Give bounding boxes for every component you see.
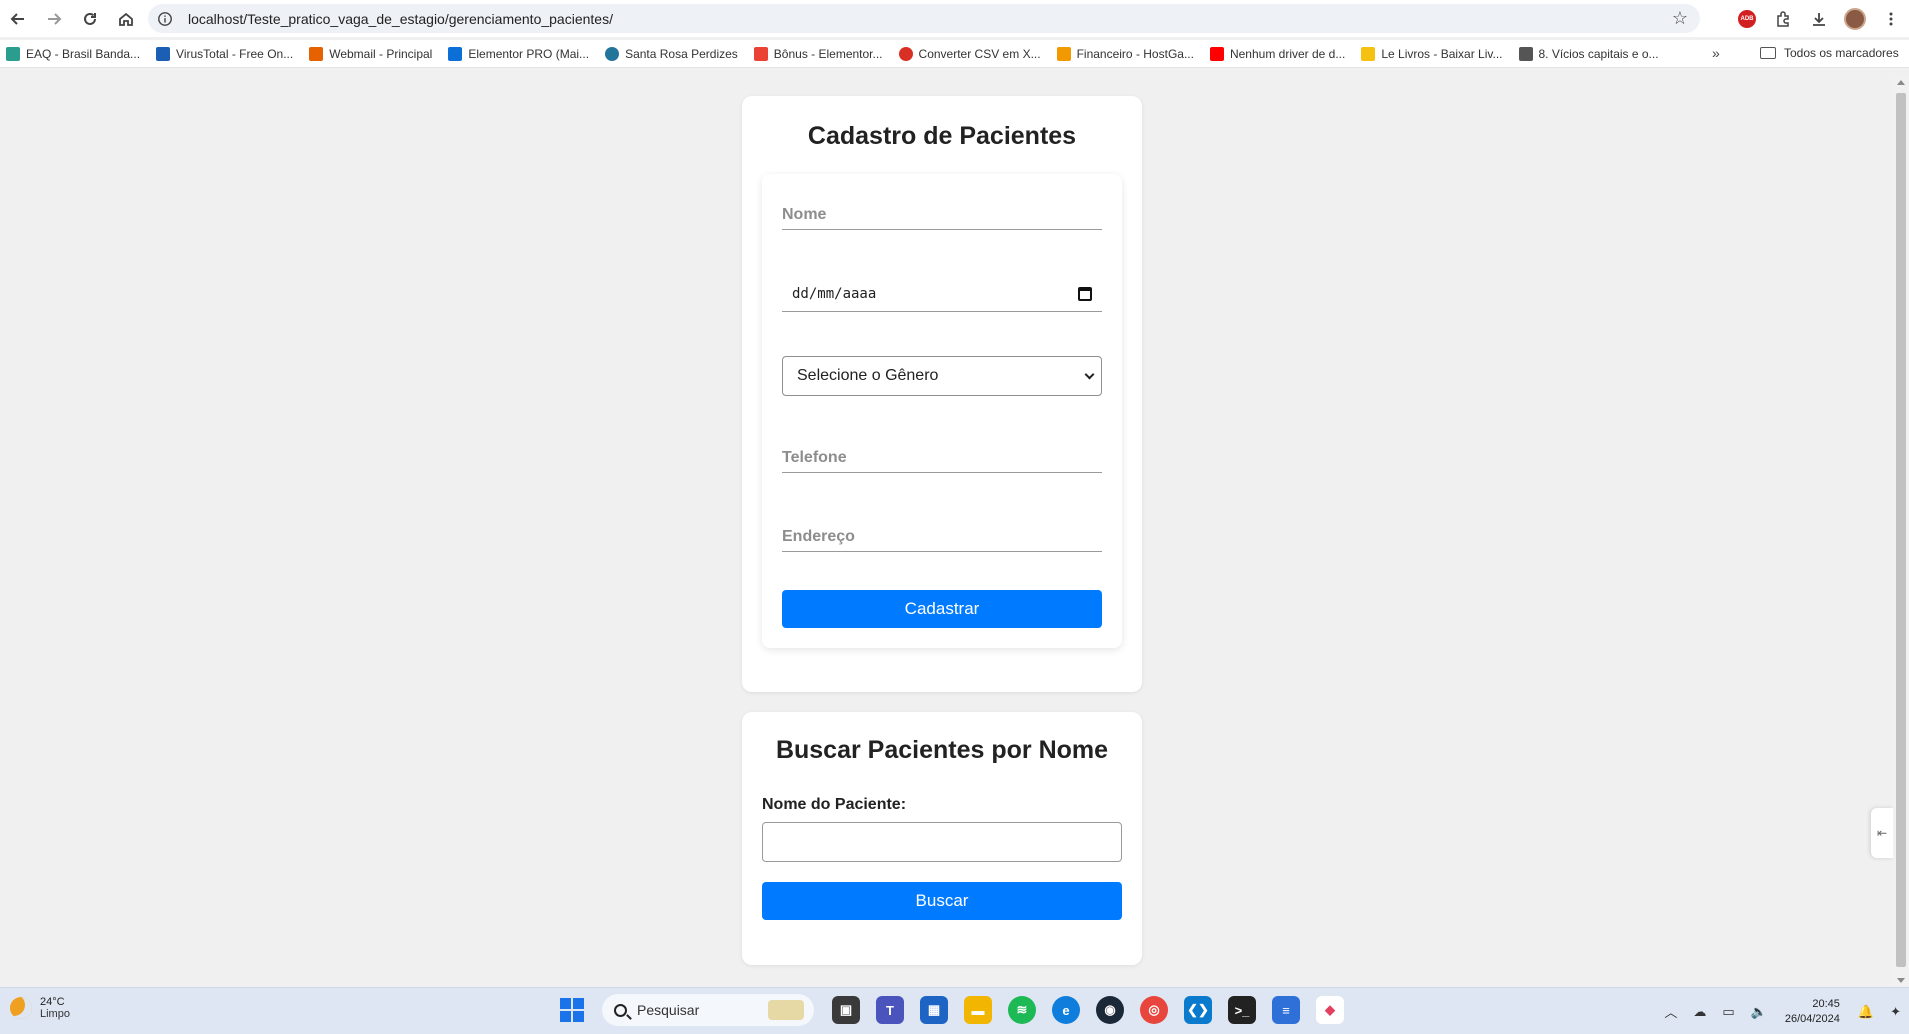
patient-name-label: Nome do Paciente:	[762, 796, 907, 813]
folder-icon	[1760, 47, 1776, 59]
search-icon	[614, 1003, 627, 1017]
bookmark-favicon-icon	[1209, 46, 1224, 61]
side-panel-tab[interactable]: ⇤	[1871, 808, 1893, 858]
bookmark-favicon-icon	[1056, 46, 1071, 61]
bookmark-item[interactable]: Nenhum driver de d...	[1209, 46, 1345, 61]
bookmark-item[interactable]: Santa Rosa Perdizes	[605, 46, 738, 61]
birthdate-field[interactable]: dd/mm/aaaa	[782, 276, 1102, 312]
extensions-icon[interactable]	[1765, 1, 1801, 37]
task-view-icon[interactable]: ▣	[832, 996, 860, 1024]
back-icon[interactable]	[0, 1, 36, 37]
browser-toolbar: localhost/Teste_pratico_vaga_de_estagio/…	[0, 0, 1909, 37]
bookmark-item[interactable]: Financeiro - HostGa...	[1056, 46, 1194, 61]
more-bookmarks-icon[interactable]: »	[1712, 45, 1720, 61]
windows-taskbar: 24°C Limpo Pesquisar ▣ T ▦ ▬ ≋ e ◉ ◎ ❮❯ …	[0, 987, 1909, 1034]
phone-field[interactable]: Telefone	[782, 449, 1102, 473]
taskbar-search-placeholder: Pesquisar	[637, 1002, 700, 1018]
taskbar-apps: Pesquisar ▣ T ▦ ▬ ≋ e ◉ ◎ ❮❯ >_ ≡ ◆	[560, 994, 1352, 1026]
chrome-icon[interactable]: ◎	[1140, 996, 1168, 1024]
date-placeholder: dd/mm/aaaa	[792, 285, 877, 302]
clock-date: 26/04/2024	[1784, 1012, 1840, 1025]
site-info-icon[interactable]	[156, 10, 174, 28]
bookmark-favicon-icon	[156, 46, 171, 61]
system-tray: ︿ ☁ ▭ 🔈 20:45 26/04/2024 🔔 ✦	[1656, 988, 1909, 1034]
spotify-icon[interactable]: ≋	[1008, 996, 1036, 1024]
taskbar-search[interactable]: Pesquisar	[602, 994, 814, 1026]
windows-start-icon[interactable]	[560, 998, 584, 1022]
system-clock[interactable]: 20:45 26/04/2024	[1785, 997, 1840, 1027]
bookmark-favicon-icon	[6, 46, 20, 61]
bookmark-item[interactable]: Converter CSV em X...	[898, 46, 1041, 61]
bookmark-favicon-icon	[309, 46, 324, 61]
scroll-up-arrow-icon[interactable]	[1897, 80, 1905, 85]
clock-time: 20:45	[1812, 997, 1840, 1010]
url-text[interactable]: localhost/Teste_pratico_vaga_de_estagio/…	[188, 11, 613, 27]
monitor-icon[interactable]: ▭	[1722, 1004, 1734, 1020]
terminal-icon[interactable]: >_	[1228, 996, 1256, 1024]
bookmark-item[interactable]: 8. Vícios capitais e o...	[1518, 46, 1659, 61]
search-patient-card: Buscar Pacientes por Nome Nome do Pacien…	[742, 712, 1142, 965]
address-field[interactable]: Endereço	[782, 528, 1102, 552]
teams-icon[interactable]: T	[876, 996, 904, 1024]
file-explorer-icon[interactable]: ▬	[964, 996, 992, 1024]
bookmark-favicon-icon	[1361, 46, 1376, 61]
chevron-up-icon[interactable]: ︿	[1664, 1002, 1677, 1021]
bookmark-favicon-icon	[753, 46, 768, 61]
moon-icon	[10, 997, 32, 1019]
download-icon[interactable]	[1801, 1, 1837, 37]
gender-select[interactable]: Selecione o Gênero	[782, 356, 1102, 396]
bookmark-item[interactable]: Bônus - Elementor...	[753, 46, 883, 61]
cloud-offline-icon[interactable]: ☁	[1693, 1004, 1706, 1020]
bookmark-favicon-icon	[1518, 46, 1533, 61]
copilot-icon[interactable]: ✦	[1890, 1004, 1901, 1020]
bookmark-item[interactable]: EAQ - Brasil Banda...	[6, 46, 140, 61]
address-bar[interactable]: localhost/Teste_pratico_vaga_de_estagio/…	[148, 4, 1700, 33]
register-form: Nome dd/mm/aaaa Selecione o Gênero Telef…	[762, 174, 1122, 648]
register-title: Cadastro de Pacientes	[807, 122, 1077, 150]
scrollbar-thumb[interactable]	[1896, 93, 1906, 967]
bookmark-favicon-icon	[898, 46, 913, 61]
register-button[interactable]: Cadastrar	[782, 590, 1102, 628]
bookmark-item[interactable]: VirusTotal - Free On...	[156, 46, 293, 61]
search-highlight-image	[768, 1000, 804, 1020]
calendar-icon[interactable]	[1078, 286, 1092, 301]
search-title: Buscar Pacientes por Nome	[775, 736, 1109, 764]
home-icon[interactable]	[108, 1, 144, 37]
gender-select-value: Selecione o Gênero	[797, 367, 939, 384]
patient-name-input[interactable]	[762, 822, 1122, 862]
forward-icon[interactable]	[36, 1, 72, 37]
bookmark-favicon-icon	[605, 46, 620, 61]
search-button[interactable]: Buscar	[762, 882, 1122, 920]
volume-icon[interactable]: 🔈	[1751, 1004, 1767, 1020]
bookmark-item[interactable]: Webmail - Principal	[309, 46, 432, 61]
chevron-down-icon	[1084, 369, 1095, 379]
bookmark-item[interactable]: Le Livros - Baixar Liv...	[1361, 46, 1503, 61]
bookmark-item[interactable]: Elementor PRO (Mai...	[448, 46, 589, 61]
bookmarks-bar: EAQ - Brasil Banda... VirusTotal - Free …	[0, 40, 1909, 68]
steam-icon[interactable]: ◉	[1096, 996, 1124, 1024]
vscode-icon[interactable]: ❮❯	[1184, 996, 1212, 1024]
page-scrollbar[interactable]	[1893, 76, 1909, 987]
all-bookmarks-folder[interactable]: Todos os marcadores	[1760, 46, 1899, 60]
reload-icon[interactable]	[72, 1, 108, 37]
store-icon[interactable]: ▦	[920, 996, 948, 1024]
bookmark-star-icon[interactable]: ☆	[1672, 8, 1688, 29]
scroll-down-arrow-icon[interactable]	[1897, 978, 1905, 983]
menu-icon[interactable]	[1873, 1, 1909, 37]
register-patient-card: Cadastro de Pacientes Nome dd/mm/aaaa Se…	[742, 96, 1142, 692]
notification-bell-icon[interactable]: 🔔	[1858, 1004, 1874, 1020]
notepad-icon[interactable]: ≡	[1272, 996, 1300, 1024]
edge-icon[interactable]: e	[1052, 996, 1080, 1024]
toolbar-right: ADB	[1729, 0, 1909, 37]
name-field[interactable]: Nome	[782, 206, 1102, 230]
adblock-extension-icon[interactable]: ADB	[1729, 1, 1765, 37]
weather-condition: Limpo	[40, 1008, 70, 1020]
temperature: 24°C	[40, 996, 65, 1008]
gitkraken-icon[interactable]: ◆	[1316, 996, 1344, 1024]
weather-widget[interactable]: 24°C Limpo	[10, 996, 70, 1020]
profile-avatar[interactable]	[1837, 1, 1873, 37]
bookmark-favicon-icon	[448, 46, 463, 61]
